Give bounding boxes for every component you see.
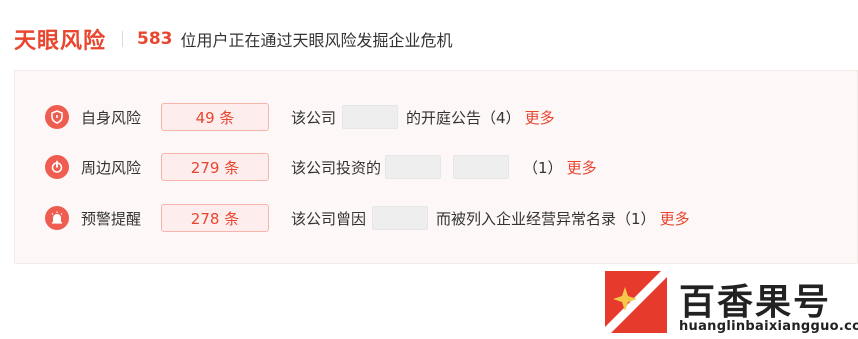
row-label: 预警提醒	[81, 209, 142, 228]
blurred-company-name	[385, 155, 442, 179]
risk-count-badge[interactable]: 278 条	[161, 204, 269, 232]
risk-row-warning: 预警提醒 278 条 该公司曾因 而被列入企业经营异常名录（1） 更多	[15, 203, 857, 233]
risk-panel: 自身风险 49 条 该公司 的开庭公告（4） 更多 周边风险 279 条 该公司…	[14, 70, 858, 264]
power-icon	[45, 155, 69, 179]
desc-suffix: 而被列入企业经营异常名录（1）	[436, 209, 656, 228]
row-description: 该公司 的开庭公告（4） 更多	[291, 105, 555, 129]
header: 天眼风险 583 位用户正在通过天眼风险发掘企业危机	[14, 24, 453, 54]
user-count: 583	[137, 29, 173, 49]
row-description: 该公司曾因 而被列入企业经营异常名录（1） 更多	[291, 206, 690, 230]
more-link[interactable]: 更多	[567, 157, 597, 178]
brand-logo: 天眼风险	[14, 29, 107, 54]
desc-suffix: （1）	[523, 158, 563, 177]
watermark-title: 百香果号	[679, 282, 832, 323]
desc-prefix: 该公司	[291, 108, 337, 127]
risk-count-badge[interactable]: 49 条	[161, 103, 269, 131]
more-link[interactable]: 更多	[525, 107, 555, 128]
alarm-icon	[45, 206, 69, 230]
risk-row-surrounding: 周边风险 279 条 该公司投资的 （1） 更多	[15, 152, 857, 182]
shield-icon	[45, 105, 69, 129]
blurred-company-name	[372, 206, 429, 230]
blurred-company-name	[342, 105, 399, 129]
desc-suffix: 的开庭公告（4）	[406, 108, 521, 127]
more-link[interactable]: 更多	[660, 208, 690, 229]
row-label: 自身风险	[81, 108, 142, 127]
watermark-url: huanglinbaixiangguo.com	[679, 319, 858, 334]
desc-prefix: 该公司曾因	[291, 209, 367, 228]
watermark-logo-icon	[603, 269, 669, 335]
row-label: 周边风险	[81, 158, 142, 177]
risk-row-self: 自身风险 49 条 该公司 的开庭公告（4） 更多	[15, 102, 857, 132]
desc-prefix: 该公司投资的	[291, 158, 382, 177]
blurred-company-name	[453, 155, 510, 179]
header-divider	[122, 31, 124, 47]
watermark: 百香果号 huanglinbaixiangguo.com	[603, 269, 858, 339]
header-subtitle: 位用户正在通过天眼风险发掘企业危机	[180, 31, 453, 50]
row-description: 该公司投资的 （1） 更多	[291, 155, 597, 179]
risk-count-badge[interactable]: 279 条	[161, 153, 269, 181]
